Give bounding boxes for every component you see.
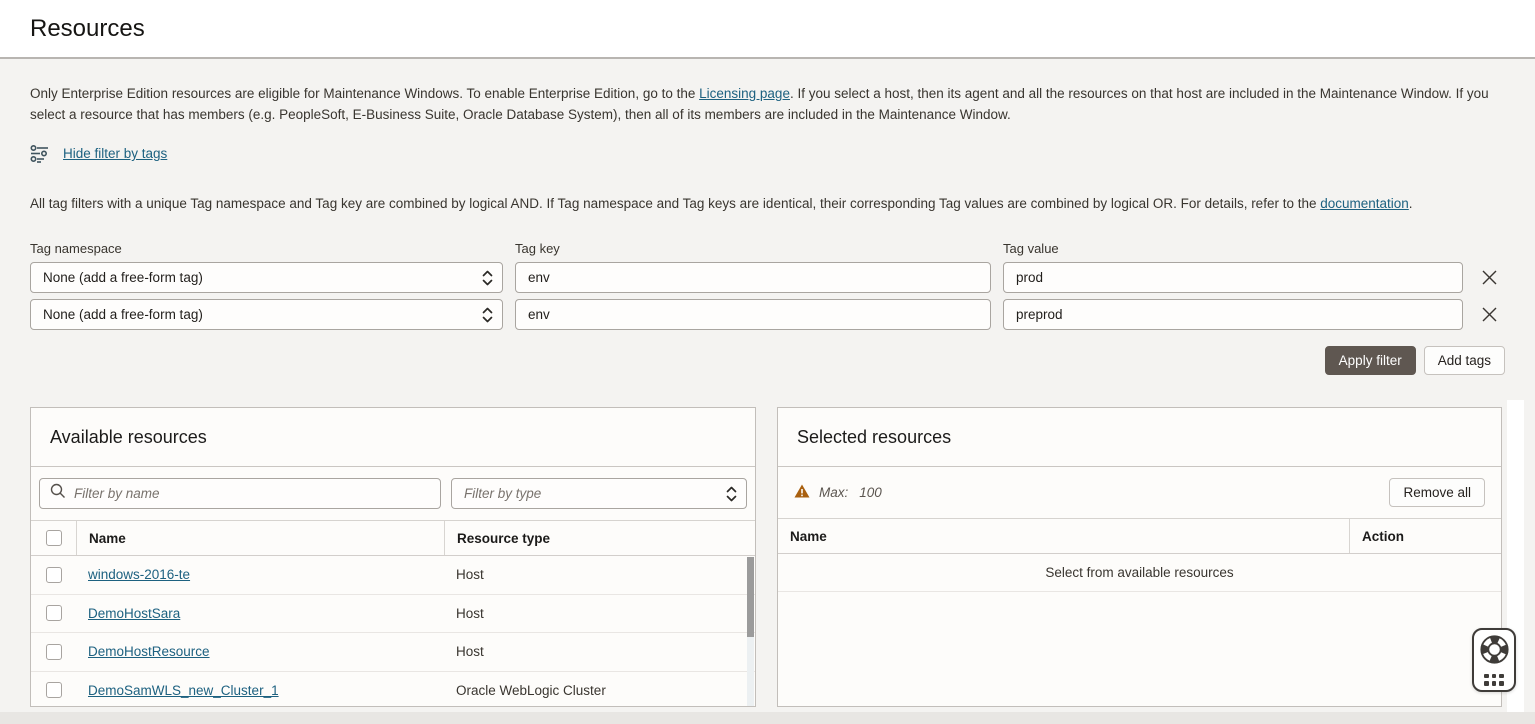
page-header: Resources [0,0,1535,59]
row-checkbox[interactable] [46,644,62,660]
chevron-updown-icon [482,270,493,289]
apply-filter-button[interactable]: Apply filter [1325,346,1416,375]
remove-tag-filter-icon[interactable] [1478,304,1500,326]
tag-key-input[interactable] [515,262,991,293]
available-resources-title: Available resources [31,408,755,467]
resource-type: Oracle WebLogic Cluster [444,683,755,698]
resource-name-link[interactable]: DemoSamWLS_new_Cluster_1 [88,683,279,698]
available-filters: Filter by type [31,467,755,520]
tag-value-label: Tag value [1003,241,1463,256]
selected-empty-state: Select from available resources [778,554,1501,592]
table-row: windows-2016-te Host [31,556,755,595]
hide-filter-by-tags-link[interactable]: Hide filter by tags [63,146,167,161]
bottom-strip [0,712,1535,724]
tag-namespace-select-value: None (add a free-form tag) [43,270,203,285]
filter-actions: Apply filter Add tags [30,346,1505,375]
tag-filter-form: Tag namespace Tag key Tag value None (ad… [30,241,1505,330]
table-scrollbar[interactable] [747,557,754,707]
selected-resources-panel: Selected resources Max: 100 Remove all N… [777,407,1502,707]
filter-toggle-row: Hide filter by tags [30,144,1505,163]
help-widget-button[interactable] [1472,628,1516,692]
tag-namespace-label: Tag namespace [30,241,503,256]
row-checkbox[interactable] [46,682,62,698]
selected-toolbar: Max: 100 Remove all [778,467,1501,518]
resource-name-link[interactable]: windows-2016-te [88,567,190,582]
table-row: DemoHostResource Host [31,633,755,672]
tag-filter-info: All tag filters with a unique Tag namesp… [30,194,1505,214]
filter-by-type-placeholder: Filter by type [464,486,541,501]
warning-icon [794,484,810,501]
chevron-updown-icon [482,307,493,326]
remove-tag-filter-icon[interactable] [1478,267,1500,289]
documentation-link[interactable]: documentation [1320,196,1409,211]
licensing-page-link[interactable]: Licensing page [699,86,790,101]
grid-dots-icon [1484,674,1504,686]
max-label: Max: [819,485,848,500]
max-value: 100 [859,485,882,500]
selected-table-header: Name Action [778,518,1501,554]
filter-by-name-input[interactable] [74,486,430,501]
life-ring-icon [1480,635,1509,669]
row-checkbox[interactable] [46,567,62,583]
chevron-updown-icon [726,486,737,505]
intro-text: Only Enterprise Edition resources are el… [30,59,1505,125]
tag-value-input[interactable] [1003,262,1463,293]
available-table-header: Name Resource type [31,520,755,556]
column-header-resource-type: Resource type [444,521,755,555]
column-header-name: Name [778,519,1349,553]
search-icon [50,483,66,504]
resource-name-link[interactable]: DemoHostResource [88,644,210,659]
tag-namespace-select[interactable]: None (add a free-form tag) [30,299,503,330]
resource-panels: Available resources Filter by type [30,407,1505,707]
available-table-body: windows-2016-te Host DemoHostSara Host D… [31,556,755,707]
tag-key-label: Tag key [515,241,991,256]
column-header-action: Action [1349,519,1501,553]
available-resources-panel: Available resources Filter by type [30,407,756,707]
tag-info-before: All tag filters with a unique Tag namesp… [30,196,1320,211]
scrollbar-thumb[interactable] [747,557,754,637]
table-row: DemoSamWLS_new_Cluster_1 Oracle WebLogic… [31,672,755,708]
page-title: Resources [30,15,145,43]
table-row: DemoHostSara Host [31,595,755,634]
resource-type: Host [444,606,755,621]
tag-namespace-select[interactable]: None (add a free-form tag) [30,262,503,293]
content-area: Only Enterprise Edition resources are el… [0,59,1535,707]
tag-value-input[interactable] [1003,299,1463,330]
filter-by-name-box[interactable] [39,478,441,509]
resource-type: Host [444,567,755,582]
resource-name-link[interactable]: DemoHostSara [88,606,180,621]
max-note: Max: 100 [794,484,882,501]
tag-namespace-select-value: None (add a free-form tag) [43,307,203,322]
row-checkbox[interactable] [46,605,62,621]
add-tags-button[interactable]: Add tags [1424,346,1505,375]
column-header-name: Name [76,521,444,555]
tag-key-input[interactable] [515,299,991,330]
resource-type: Host [444,644,755,659]
remove-all-button[interactable]: Remove all [1389,478,1485,507]
filter-by-type-select[interactable]: Filter by type [451,478,747,509]
sliders-filter-icon [30,144,50,163]
tag-info-after: . [1409,196,1413,211]
select-all-checkbox[interactable] [46,530,62,546]
intro-text-before: Only Enterprise Edition resources are el… [30,86,699,101]
selected-resources-title: Selected resources [778,408,1501,467]
